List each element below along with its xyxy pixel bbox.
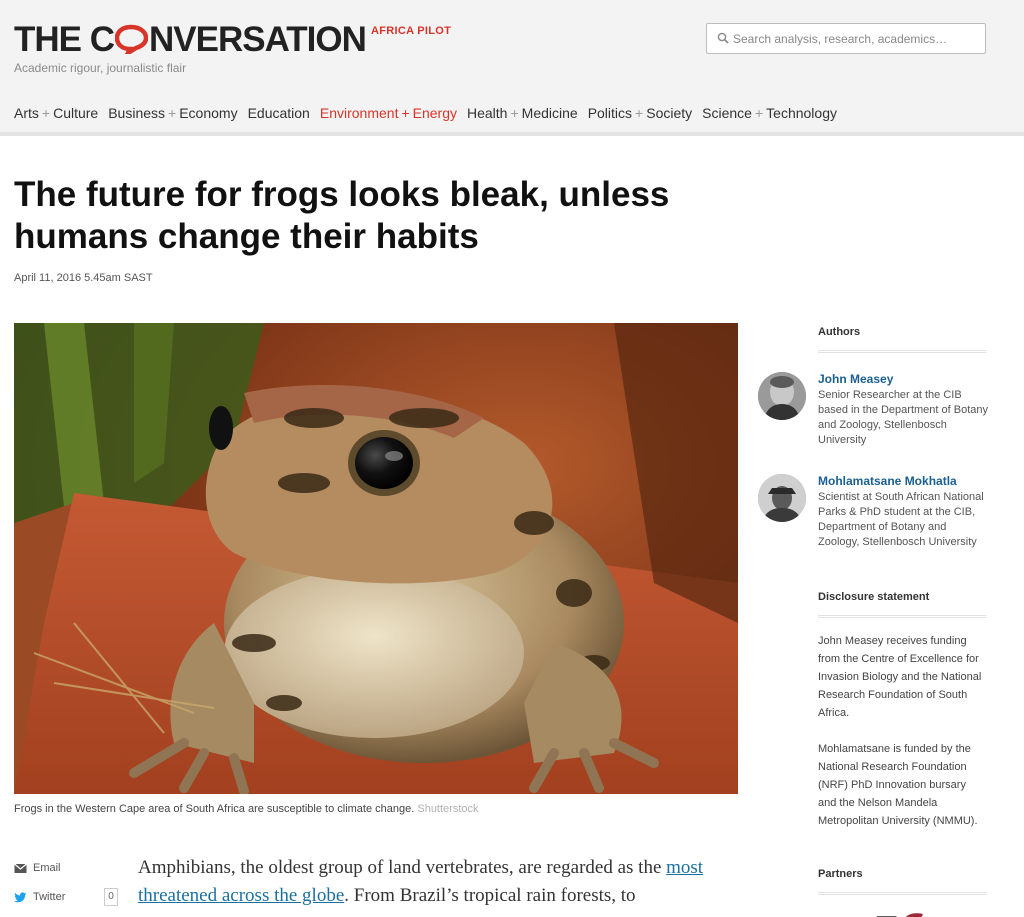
plus-separator: +: [168, 105, 177, 121]
disclosure-statement: John Measey receives funding from the Ce…: [818, 632, 986, 848]
article-date: April 11, 2016 5.45am SAST: [14, 272, 153, 284]
twitter-share-count: 0: [104, 888, 118, 906]
plus-separator: +: [41, 105, 51, 121]
header-divider: [0, 132, 1024, 136]
share-twitter-button[interactable]: Twitter: [14, 891, 65, 903]
authors-heading: Authors: [818, 326, 861, 338]
nav-label: Education: [247, 105, 310, 121]
site-logo[interactable]: THE C NVERSATION: [14, 20, 367, 60]
partners-heading: Partners: [818, 868, 863, 880]
caption-text: Frogs in the Western Cape area of South …: [14, 803, 415, 815]
nav-label: Business: [108, 105, 166, 121]
nav-label: Society: [646, 105, 693, 121]
disclosure-paragraph: John Measey receives funding from the Ce…: [818, 635, 982, 719]
twitter-icon: [14, 891, 27, 902]
image-caption: Frogs in the Western Cape area of South …: [14, 803, 479, 815]
share-email-button[interactable]: Email: [14, 862, 61, 874]
speech-bubble-logo-icon: [115, 24, 148, 54]
site-header: THE C NVERSATION AFRICA PILOT Academic ri…: [0, 0, 1024, 136]
nav-label: Politics: [587, 105, 633, 121]
article-title: The future for frogs looks bleak, unless…: [14, 175, 670, 256]
image-credit[interactable]: Shutterstock: [417, 803, 478, 815]
partner-logo[interactable]: [875, 907, 935, 917]
share-twitter-label: Twitter: [33, 891, 66, 903]
plus-separator: +: [510, 105, 519, 121]
search-box[interactable]: [706, 23, 986, 54]
avatar[interactable]: [758, 372, 806, 420]
nav-label: Environment: [319, 105, 399, 121]
logo-text-end: NVERSATION: [149, 20, 367, 59]
tagline: Academic rigour, journalistic flair: [14, 61, 187, 75]
search-input[interactable]: [733, 24, 981, 53]
nav-label: Culture: [53, 105, 99, 121]
nav-label: Health: [467, 105, 508, 121]
body-text-end: . From Brazil’s tropical rain forests, t…: [344, 885, 636, 906]
nav-label: Economy: [179, 105, 238, 121]
sidebar-divider: [818, 350, 986, 353]
edition-label: AFRICA PILOT: [371, 25, 452, 37]
hero-frog-image: [14, 323, 738, 794]
email-icon: [14, 863, 27, 873]
disclosure-heading: Disclosure statement: [818, 591, 930, 603]
plus-separator: +: [401, 105, 410, 121]
nav-label: Technology: [766, 105, 837, 121]
author-name[interactable]: Mohlamatsane Mokhatla: [818, 474, 957, 488]
search-icon: [717, 32, 729, 44]
plus-separator: +: [754, 105, 764, 121]
sidebar-divider: [818, 892, 986, 895]
author-name[interactable]: John Measey: [818, 372, 893, 386]
disclosure-paragraph: Mohlamatsane is funded by the National R…: [818, 743, 978, 827]
share-email-label: Email: [33, 862, 61, 874]
author-role: Senior Researcher at the CIB based in th…: [818, 389, 988, 446]
logo-text-start: THE C: [14, 20, 115, 59]
nav-label: Arts: [14, 105, 39, 121]
nav-label: Energy: [412, 105, 457, 121]
nav-label: Medicine: [521, 105, 578, 121]
avatar[interactable]: [758, 474, 806, 522]
body-text-start: Amphibians, the oldest group of land ver…: [138, 857, 662, 878]
author-role: Scientist at South African National Park…: [818, 491, 984, 548]
plus-separator: +: [635, 105, 644, 121]
nav-label: Science: [702, 105, 752, 121]
sidebar-divider: [818, 615, 986, 618]
article-body: Amphibians, the oldest group of land ver…: [138, 854, 738, 910]
